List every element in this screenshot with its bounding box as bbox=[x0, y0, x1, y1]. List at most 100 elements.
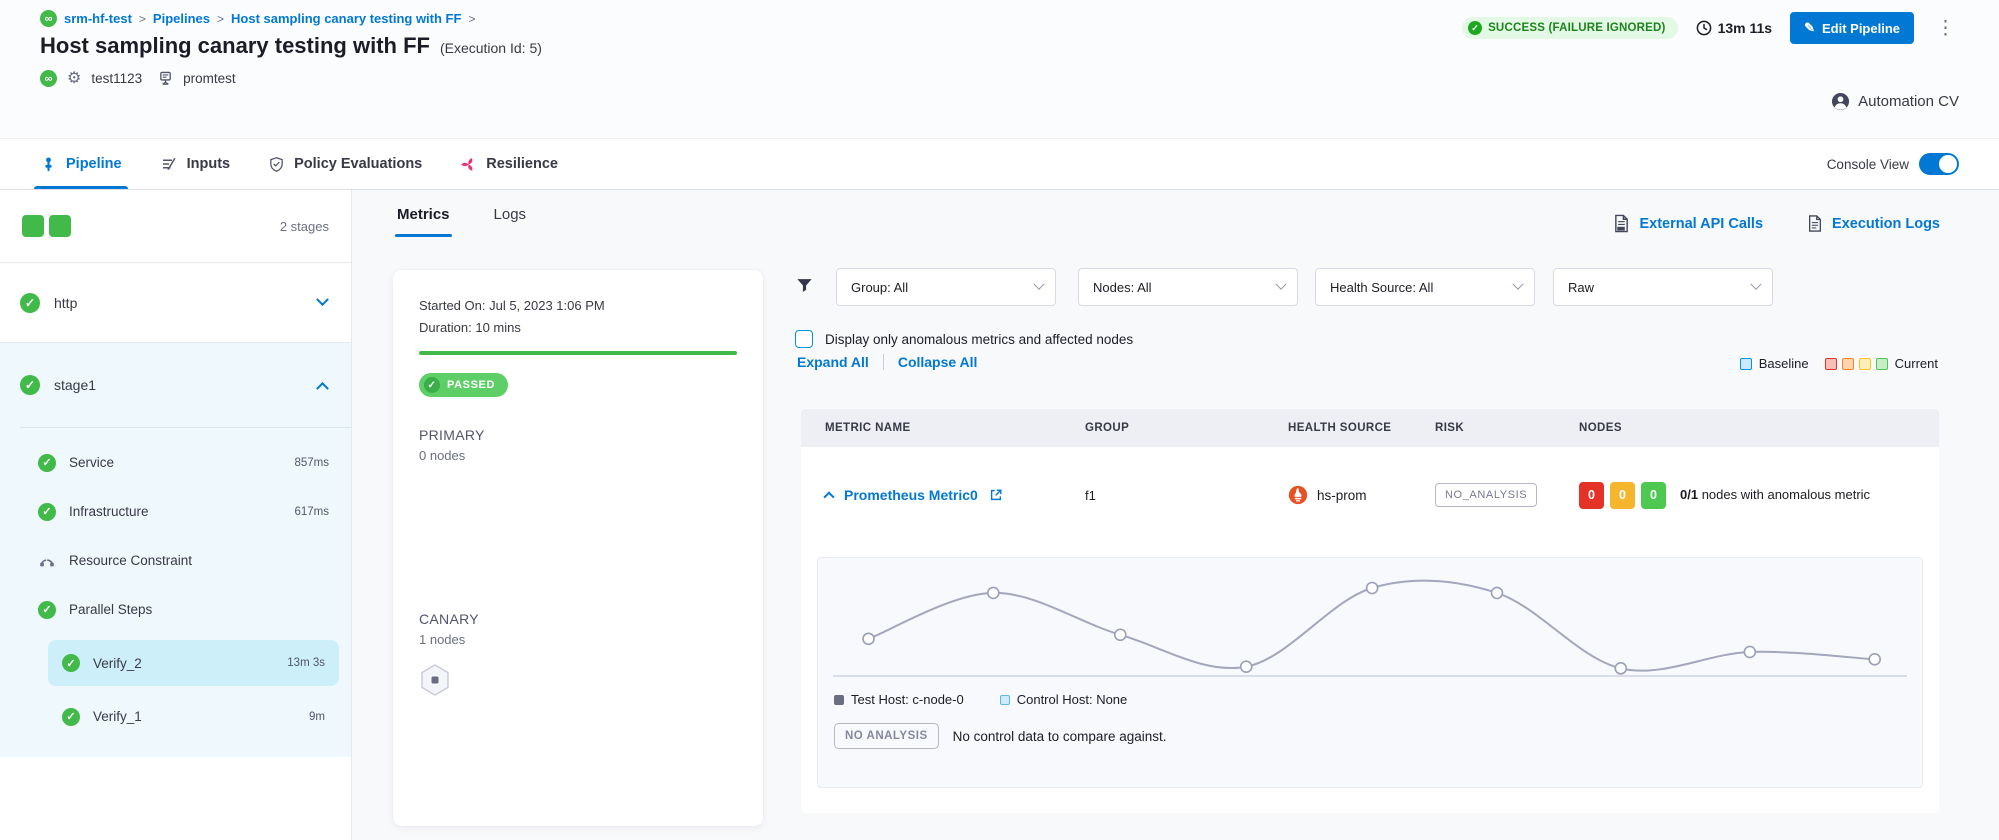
current-swatch-red bbox=[1825, 358, 1837, 370]
metric-name-link[interactable]: Prometheus Metric0 bbox=[844, 487, 978, 503]
col-metric-name: METRIC NAME bbox=[825, 422, 1085, 434]
success-check-icon: ✓ bbox=[38, 503, 56, 521]
tab-pipeline[interactable]: Pipeline bbox=[40, 139, 122, 189]
step-verify-1[interactable]: ✓ Verify_1 9m bbox=[0, 692, 351, 741]
console-view-label: Console View bbox=[1827, 157, 1909, 172]
chart-data-point[interactable] bbox=[863, 633, 874, 644]
collapse-metric-chevron[interactable] bbox=[823, 491, 834, 502]
service-name[interactable]: test1123 bbox=[91, 71, 142, 86]
node-count-red: 0 bbox=[1579, 482, 1604, 509]
stage-square-icon bbox=[22, 215, 44, 237]
status-check-icon: ✓ bbox=[1468, 21, 1482, 35]
chevron-down-icon bbox=[1275, 279, 1286, 290]
execution-logs-link[interactable]: Execution Logs bbox=[1807, 214, 1940, 233]
document-icon bbox=[1807, 214, 1823, 233]
chart-data-point[interactable] bbox=[1491, 587, 1502, 598]
nodes-filter-dropdown[interactable]: Nodes: All bbox=[1078, 268, 1298, 306]
collapse-all-link[interactable]: Collapse All bbox=[898, 354, 978, 370]
canary-label: CANARY bbox=[419, 611, 737, 627]
chart-data-point[interactable] bbox=[1115, 629, 1126, 640]
canary-node-hexagon[interactable] bbox=[419, 663, 737, 697]
test-host-legend: Test Host: c-node-0 bbox=[834, 692, 964, 707]
baseline-legend: Baseline bbox=[1740, 356, 1809, 371]
chart-data-point[interactable] bbox=[988, 587, 999, 598]
no-analysis-row: NO ANALYSIS No control data to compare a… bbox=[834, 723, 1166, 749]
environment-icon bbox=[158, 71, 173, 86]
chart-color-legend: Baseline Current bbox=[1740, 356, 1938, 371]
breadcrumb-pipelines[interactable]: Pipelines bbox=[153, 11, 210, 26]
metric-chart[interactable] bbox=[833, 566, 1907, 692]
inputs-icon bbox=[160, 155, 178, 173]
host-legend: Test Host: c-node-0 Control Host: None bbox=[834, 692, 1127, 707]
anomalous-filter-row: Display only anomalous metrics and affec… bbox=[795, 330, 1133, 348]
current-legend: Current bbox=[1825, 356, 1938, 371]
sidebar-stage-stage1[interactable]: ✓ stage1 bbox=[0, 343, 351, 427]
group-filter-dropdown[interactable]: Group: All bbox=[836, 268, 1056, 306]
total-duration: 13m 11s bbox=[1696, 20, 1773, 36]
primary-node-count: 0 nodes bbox=[419, 448, 737, 463]
sidebar-stage-http[interactable]: ✓ http bbox=[0, 263, 351, 343]
metrics-table: METRIC NAME GROUP HEALTH SOURCE RISK NOD… bbox=[801, 409, 1939, 813]
chevron-down-icon bbox=[1033, 279, 1044, 290]
tab-metrics[interactable]: Metrics bbox=[397, 206, 450, 237]
execution-id: (Execution Id: 5) bbox=[440, 40, 542, 56]
pipeline-execution-page: ∞ srm-hf-test > Pipelines > Host samplin… bbox=[0, 0, 1999, 840]
chevron-down-icon[interactable] bbox=[316, 293, 329, 306]
health-source-filter-dropdown[interactable]: Health Source: All bbox=[1315, 268, 1535, 306]
nodes-summary-text: 0/1 nodes with anomalous metric bbox=[1680, 486, 1870, 504]
chart-data-point[interactable] bbox=[1615, 663, 1626, 674]
chart-data-point[interactable] bbox=[1367, 583, 1378, 594]
tab-inputs[interactable]: Inputs bbox=[160, 139, 231, 189]
risk-badge: NO_ANALYSIS bbox=[1435, 483, 1537, 507]
step-verify-2-selected[interactable]: ✓ Verify_2 13m 3s bbox=[48, 640, 339, 686]
chart-data-point[interactable] bbox=[1241, 661, 1252, 672]
tab-resilience[interactable]: Resilience bbox=[460, 139, 558, 189]
environment-name[interactable]: promtest bbox=[183, 71, 236, 86]
breadcrumb-separator: > bbox=[217, 12, 224, 26]
gear-icon: ⚙ bbox=[67, 71, 81, 87]
passed-check-icon: ✓ bbox=[424, 377, 440, 393]
main-content: 2 stages ✓ http ✓ stage1 ✓ Service bbox=[0, 190, 1999, 840]
col-health-source: HEALTH SOURCE bbox=[1288, 422, 1435, 434]
expand-all-link[interactable]: Expand All bbox=[797, 354, 869, 370]
external-link-icon[interactable] bbox=[989, 488, 1003, 502]
anomalous-checkbox[interactable] bbox=[795, 330, 813, 348]
stage1-section: ✓ stage1 ✓ Service 857ms ✓ Infrastructur… bbox=[0, 343, 351, 757]
nodes-cell: 0 0 0 0/1 nodes with anomalous metric bbox=[1579, 482, 1939, 509]
edit-pipeline-button[interactable]: ✎ Edit Pipeline bbox=[1790, 12, 1914, 44]
console-view-toggle[interactable] bbox=[1919, 153, 1959, 175]
filter-icon[interactable] bbox=[795, 276, 814, 295]
health-source-cell: hs-prom bbox=[1288, 485, 1435, 505]
pipeline-icon bbox=[40, 156, 57, 173]
api-document-icon bbox=[1613, 214, 1630, 233]
execution-meta: ∞ ⚙ test1123 promtest bbox=[40, 70, 236, 87]
health-source-name: hs-prom bbox=[1317, 488, 1367, 503]
tab-logs[interactable]: Logs bbox=[494, 206, 527, 237]
step-resource-constraint[interactable]: Resource Constraint bbox=[0, 536, 351, 585]
success-check-icon: ✓ bbox=[20, 375, 40, 395]
step-infrastructure[interactable]: ✓ Infrastructure 617ms bbox=[0, 487, 351, 536]
tab-policy-evaluations[interactable]: Policy Evaluations bbox=[268, 139, 422, 189]
log-links-row: External API Calls Execution Logs bbox=[1613, 214, 1940, 233]
started-on: Started On: Jul 5, 2023 1:06 PM bbox=[419, 298, 737, 313]
more-options-menu[interactable]: ⋮ bbox=[1932, 17, 1959, 40]
passed-badge: ✓ PASSED bbox=[419, 373, 508, 397]
control-host-swatch bbox=[1000, 695, 1010, 705]
chart-data-point[interactable] bbox=[1869, 654, 1880, 665]
chart-data-point[interactable] bbox=[1744, 646, 1755, 657]
title-row: Host sampling canary testing with FF (Ex… bbox=[40, 33, 542, 59]
chevron-up-icon[interactable] bbox=[316, 381, 329, 394]
step-parallel-steps[interactable]: ✓ Parallel Steps bbox=[0, 585, 351, 634]
stages-summary: 2 stages bbox=[0, 190, 351, 263]
chevron-down-icon bbox=[1750, 279, 1761, 290]
no-analysis-message: No control data to compare against. bbox=[953, 729, 1167, 744]
success-check-icon: ✓ bbox=[62, 654, 80, 672]
breadcrumb-project[interactable]: srm-hf-test bbox=[64, 11, 132, 26]
resource-constraint-icon bbox=[38, 552, 56, 570]
srm-module-icon: ∞ bbox=[40, 10, 57, 27]
breadcrumb-pipeline-name[interactable]: Host sampling canary testing with FF bbox=[231, 11, 461, 26]
external-api-calls-link[interactable]: External API Calls bbox=[1613, 214, 1763, 233]
step-service[interactable]: ✓ Service 857ms bbox=[0, 438, 351, 487]
service-module-icon: ∞ bbox=[40, 70, 57, 87]
mode-filter-dropdown[interactable]: Raw bbox=[1553, 268, 1773, 306]
